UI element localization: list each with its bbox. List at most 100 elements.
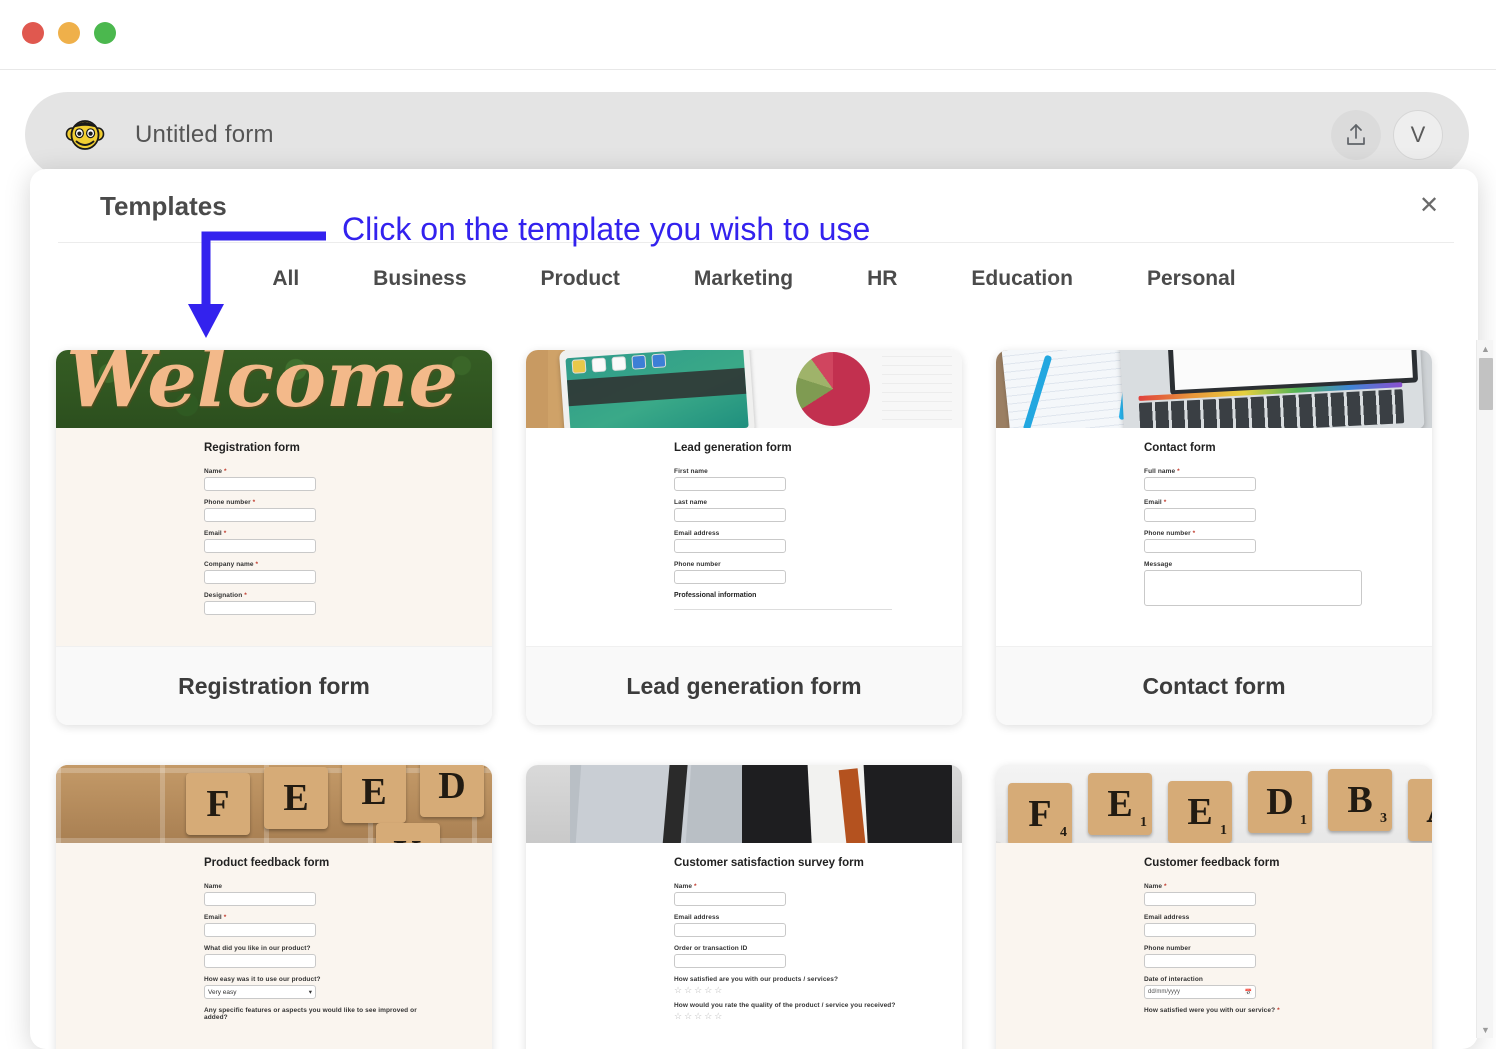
field-label: First name	[674, 468, 708, 475]
field-label: Full name *	[1144, 468, 1180, 475]
field-label: Name *	[204, 468, 227, 475]
window-traffic-lights	[22, 22, 116, 44]
tab-marketing[interactable]: Marketing	[694, 259, 793, 299]
field-input	[204, 477, 316, 491]
field-input	[1144, 954, 1256, 968]
template-photo-tablet	[526, 350, 962, 428]
elbow-down-arrow-icon	[188, 231, 326, 338]
section-divider	[674, 609, 892, 610]
preview-title: Customer feedback form	[1144, 857, 1280, 869]
field-input	[204, 601, 316, 615]
field-label: Phone number	[1144, 945, 1191, 952]
field-label: Email *	[1144, 499, 1167, 506]
preview-title: Product feedback form	[204, 857, 330, 869]
tab-product[interactable]: Product	[541, 259, 620, 299]
field-input	[1144, 892, 1256, 906]
field-input	[674, 892, 786, 906]
field-input	[1144, 539, 1256, 553]
field-select: Very easy ▾	[204, 985, 316, 999]
upload-share-icon[interactable]	[1331, 110, 1381, 160]
field-label: Phone number	[674, 561, 721, 568]
field-label: Name *	[1144, 883, 1167, 890]
field-input	[674, 508, 786, 522]
field-input	[204, 570, 316, 584]
field-label: What did you like in our product?	[204, 945, 311, 952]
tab-business[interactable]: Business	[373, 259, 466, 299]
templates-grid: Welcome Registration form Name * Phone n…	[30, 331, 1478, 1049]
field-label: Name *	[674, 883, 697, 890]
field-label: Last name	[674, 499, 708, 506]
field-input	[1144, 923, 1256, 937]
template-photo-businessmen	[526, 765, 962, 843]
template-card-footer: Lead generation form	[526, 646, 962, 725]
template-photo-welcome: Welcome	[56, 350, 492, 428]
template-name: Registration form	[178, 672, 370, 699]
template-card-customer-satisfaction-survey-form[interactable]: Customer satisfaction survey form Name *…	[526, 765, 962, 1049]
tab-education[interactable]: Education	[971, 259, 1073, 299]
template-card-lead-generation-form[interactable]: Lead generation form First name Last nam…	[526, 350, 962, 725]
template-preview-product-feedback: Product feedback form Name Email * What …	[56, 843, 492, 1049]
vertical-scrollbar[interactable]: ▲ ▼	[1476, 340, 1493, 1038]
page-title: Templates	[100, 191, 227, 221]
field-input	[204, 539, 316, 553]
tab-personal[interactable]: Personal	[1147, 259, 1236, 299]
window-minimize-button[interactable]	[58, 22, 80, 44]
field-input	[674, 954, 786, 968]
preview-title: Customer satisfaction survey form	[674, 857, 864, 869]
scrollbar-thumb[interactable]	[1479, 358, 1493, 410]
field-label: Name	[204, 883, 223, 890]
monkey-logo-icon[interactable]	[65, 115, 105, 155]
template-photo-desk	[996, 350, 1432, 428]
field-label: Order or transaction ID	[674, 945, 748, 952]
close-icon[interactable]: ✕	[1414, 191, 1444, 221]
template-card-product-feedback-form[interactable]: F E E D K Product feedback form Name Ema…	[56, 765, 492, 1049]
template-card-contact-form[interactable]: Contact form Full name * Email * Phone n…	[996, 350, 1432, 725]
field-label: Email address	[1144, 914, 1190, 921]
field-input	[674, 570, 786, 584]
template-photo-scrabble-box: F E E D K	[56, 765, 492, 843]
field-label: How satisfied are you with our products …	[674, 976, 839, 983]
field-label: How would you rate the quality of the pr…	[674, 1002, 896, 1009]
tab-hr[interactable]: HR	[867, 259, 897, 299]
field-input	[674, 539, 786, 553]
preview-title: Contact form	[1144, 442, 1216, 454]
header-actions: V	[1331, 109, 1443, 160]
scroll-down-arrow-icon[interactable]: ▼	[1477, 1021, 1494, 1038]
field-label: How satisfied were you with our service?…	[1144, 1007, 1280, 1014]
template-card-registration-form[interactable]: Welcome Registration form Name * Phone n…	[56, 350, 492, 725]
template-preview-registration: Registration form Name * Phone number * …	[56, 428, 492, 646]
star-rating-icons: ☆☆☆☆☆	[674, 1011, 725, 1021]
field-input	[674, 477, 786, 491]
field-date-input: dd/mm/yyyy 📅	[1144, 985, 1256, 999]
window-close-button[interactable]	[22, 22, 44, 44]
templates-scroll-area[interactable]: Welcome Registration form Name * Phone n…	[30, 331, 1478, 1049]
avatar[interactable]: V	[1393, 109, 1443, 160]
window-maximize-button[interactable]	[94, 22, 116, 44]
preview-title: Registration form	[204, 442, 300, 454]
template-preview-customer-satisfaction: Customer satisfaction survey form Name *…	[526, 843, 962, 1049]
field-label: Date of interaction	[1144, 976, 1203, 983]
template-name: Lead generation form	[626, 672, 862, 699]
field-label: Email address	[674, 530, 720, 537]
template-card-customer-feedback-form[interactable]: F4 E1 E1 D1 B3 A Customer feedback form …	[996, 765, 1432, 1049]
field-input	[674, 923, 786, 937]
field-label: How easy was it to use our product?	[204, 976, 321, 983]
template-photo-scrabble-marble: F4 E1 E1 D1 B3 A	[996, 765, 1432, 843]
template-preview-customer-feedback: Customer feedback form Name * Email addr…	[996, 843, 1432, 1049]
calendar-icon: 📅	[1244, 989, 1252, 996]
scroll-up-arrow-icon[interactable]: ▲	[1477, 340, 1494, 357]
form-title[interactable]: Untitled form	[135, 121, 274, 149]
field-section-heading: Professional information	[674, 592, 757, 599]
browser-chrome	[0, 0, 1496, 70]
field-label: Email address	[674, 914, 720, 921]
field-input	[204, 892, 316, 906]
template-name: Contact form	[1142, 672, 1286, 699]
field-input	[204, 508, 316, 522]
template-preview-contact: Contact form Full name * Email * Phone n…	[996, 428, 1432, 646]
template-preview-lead-generation: Lead generation form First name Last nam…	[526, 428, 962, 646]
chevron-down-icon: ▾	[308, 989, 312, 996]
field-label: Designation *	[204, 592, 247, 599]
field-input	[1144, 508, 1256, 522]
field-label: Email *	[204, 914, 227, 921]
field-input	[1144, 477, 1256, 491]
